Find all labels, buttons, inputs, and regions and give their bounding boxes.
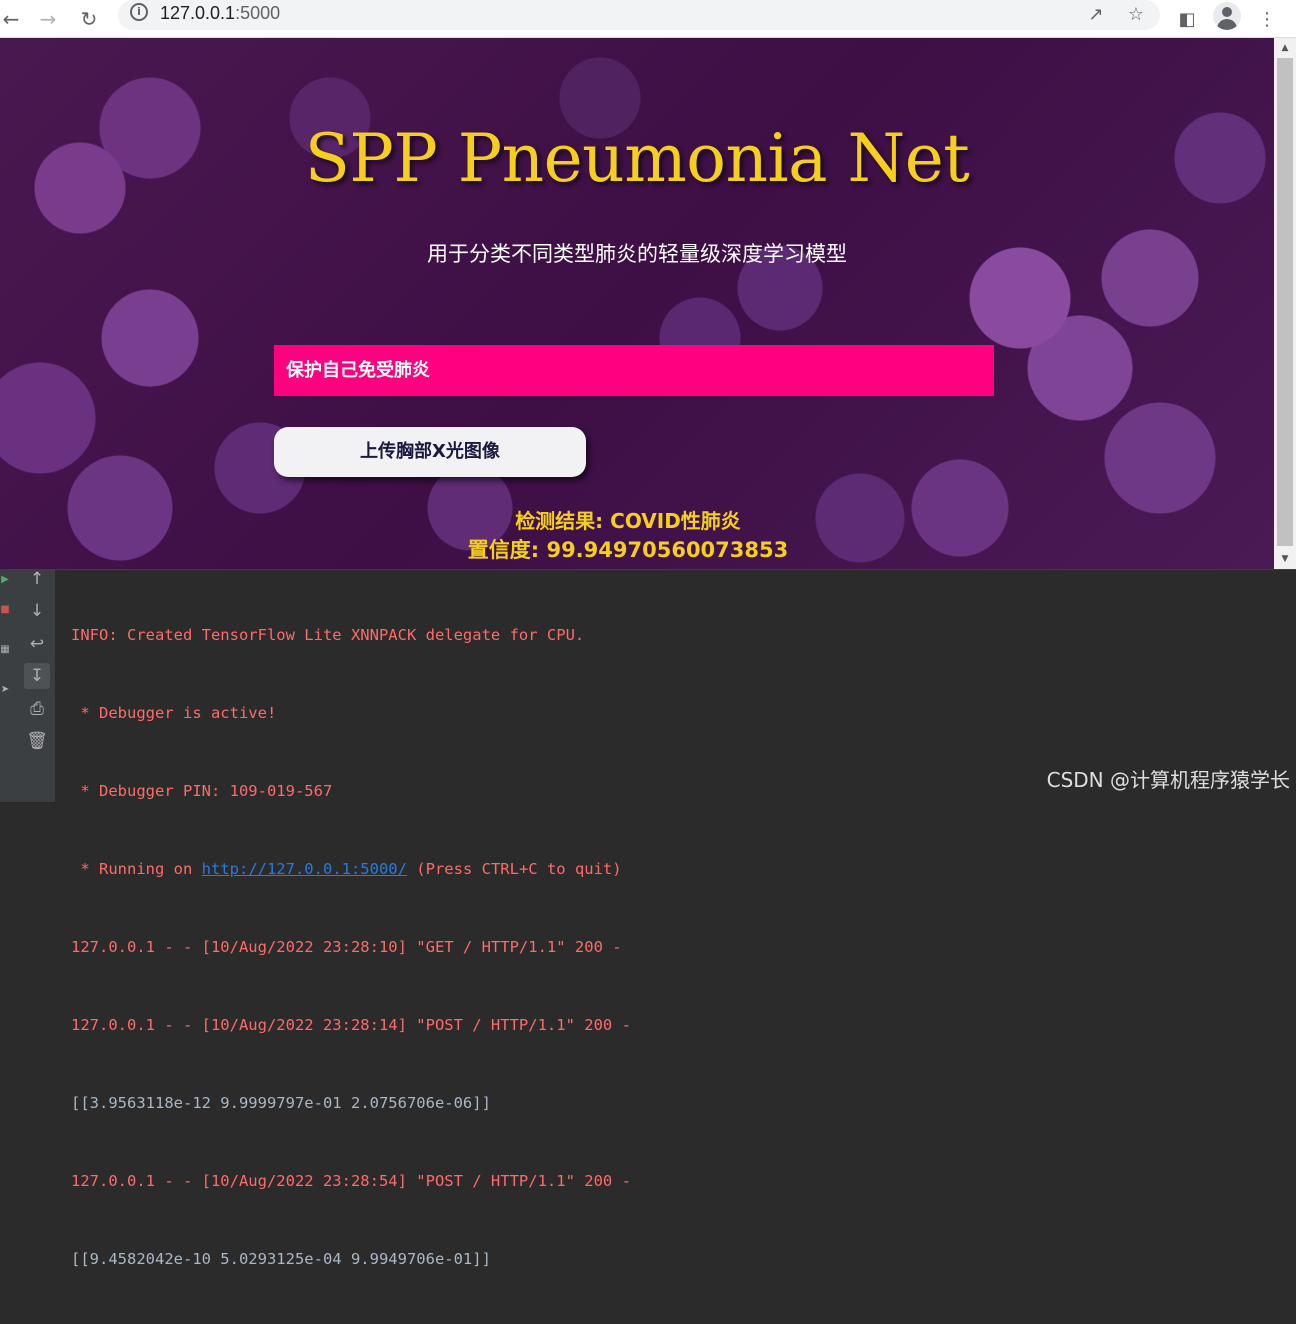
kebab-menu-icon[interactable]: ⋮ <box>1252 4 1282 34</box>
scroll-to-end-icon[interactable]: ↧ <box>24 663 50 689</box>
log-line: * Debugger PIN: 109-019-567 <box>71 782 333 800</box>
page-viewport: SPP Pneumonia Net 用于分类不同类型肺炎的轻量级深度学习模型 保… <box>0 38 1274 569</box>
log-line: * Debugger is active! <box>71 704 277 722</box>
trash-icon[interactable]: 🗑 <box>24 728 50 754</box>
browser-toolbar: ← → ↻ i 127.0.0.1:5000 ↗ ☆ ◧ ⋮ <box>0 0 1296 38</box>
log-line: 127.0.0.1 - - [10/Aug/2022 23:28:54] "PO… <box>71 1172 631 1190</box>
scroll-up-icon[interactable]: ↑ <box>24 566 50 592</box>
protect-banner: 保护自己免受肺炎 <box>274 345 994 396</box>
console-toolbar: ↑ ↓ ↩ ↧ ⎙ 🗑 <box>12 569 56 802</box>
log-line: 127.0.0.1 - - [10/Aug/2022 23:28:10] "GE… <box>71 938 622 956</box>
forward-arrow-icon[interactable]: → <box>33 4 63 34</box>
page-scrollbar[interactable]: ▲ ▼ <box>1274 38 1296 569</box>
log-line: 127.0.0.1 - - [10/Aug/2022 23:28:14] "PO… <box>71 1016 631 1034</box>
log-line: [[9.4582042e-10 5.0293125e-04 9.9949706e… <box>71 1250 491 1268</box>
log-line: INFO: Created TensorFlow Lite XNNPACK de… <box>71 626 585 644</box>
info-icon[interactable]: i <box>130 3 148 21</box>
log-line-running: * Running on http://127.0.0.1:5000/ (Pre… <box>71 860 622 878</box>
stop-icon[interactable]: ■ <box>0 604 10 616</box>
csdn-watermark: CSDN @计算机程序猿学长 <box>1046 768 1290 792</box>
detection-result: 检测结果: COVID性肺炎 <box>515 509 741 533</box>
address-bar[interactable]: i 127.0.0.1:5000 ↗ ☆ <box>118 0 1160 30</box>
console-gutter: ▶ ■ ▦ ➤ <box>0 570 12 802</box>
profile-avatar-icon[interactable] <box>1213 2 1241 30</box>
layout-icon[interactable]: ▦ <box>0 644 10 656</box>
scroll-up-arrow-icon[interactable]: ▲ <box>1274 40 1296 56</box>
scroll-down-icon[interactable]: ↓ <box>24 598 50 624</box>
soft-wrap-icon[interactable]: ↩ <box>24 631 50 657</box>
reload-icon[interactable]: ↻ <box>74 4 104 34</box>
url-text[interactable]: 127.0.0.1:5000 <box>160 3 280 24</box>
page-subtitle: 用于分类不同类型肺炎的轻量级深度学习模型 <box>427 242 847 266</box>
page-title: SPP Pneumonia Net <box>304 120 970 197</box>
share-icon[interactable]: ↗ <box>1084 3 1108 27</box>
run-console: ▶ ■ ▦ ➤ ↑ ↓ ↩ ↧ ⎙ 🗑 INFO: Created Tensor… <box>0 569 1296 1268</box>
console-log: INFO: Created TensorFlow Lite XNNPACK de… <box>71 570 631 1324</box>
log-line: [[3.9563118e-12 9.9999797e-01 2.0756706e… <box>71 1094 491 1112</box>
back-arrow-icon[interactable]: ← <box>0 4 26 34</box>
scrollbar-thumb[interactable] <box>1277 58 1293 546</box>
rerun-icon[interactable]: ▶ <box>0 574 10 586</box>
scroll-down-arrow-icon[interactable]: ▼ <box>1274 551 1296 567</box>
confidence-value: 置信度: 99.94970560073853 <box>467 538 789 562</box>
star-icon[interactable]: ☆ <box>1124 3 1148 27</box>
pin-icon[interactable]: ➤ <box>0 684 10 696</box>
server-url-link[interactable]: http://127.0.0.1:5000/ <box>202 860 407 878</box>
upload-xray-button[interactable]: 上传胸部X光图像 <box>274 427 586 477</box>
print-icon[interactable]: ⎙ <box>24 696 50 722</box>
side-panel-icon[interactable]: ◧ <box>1172 4 1202 34</box>
